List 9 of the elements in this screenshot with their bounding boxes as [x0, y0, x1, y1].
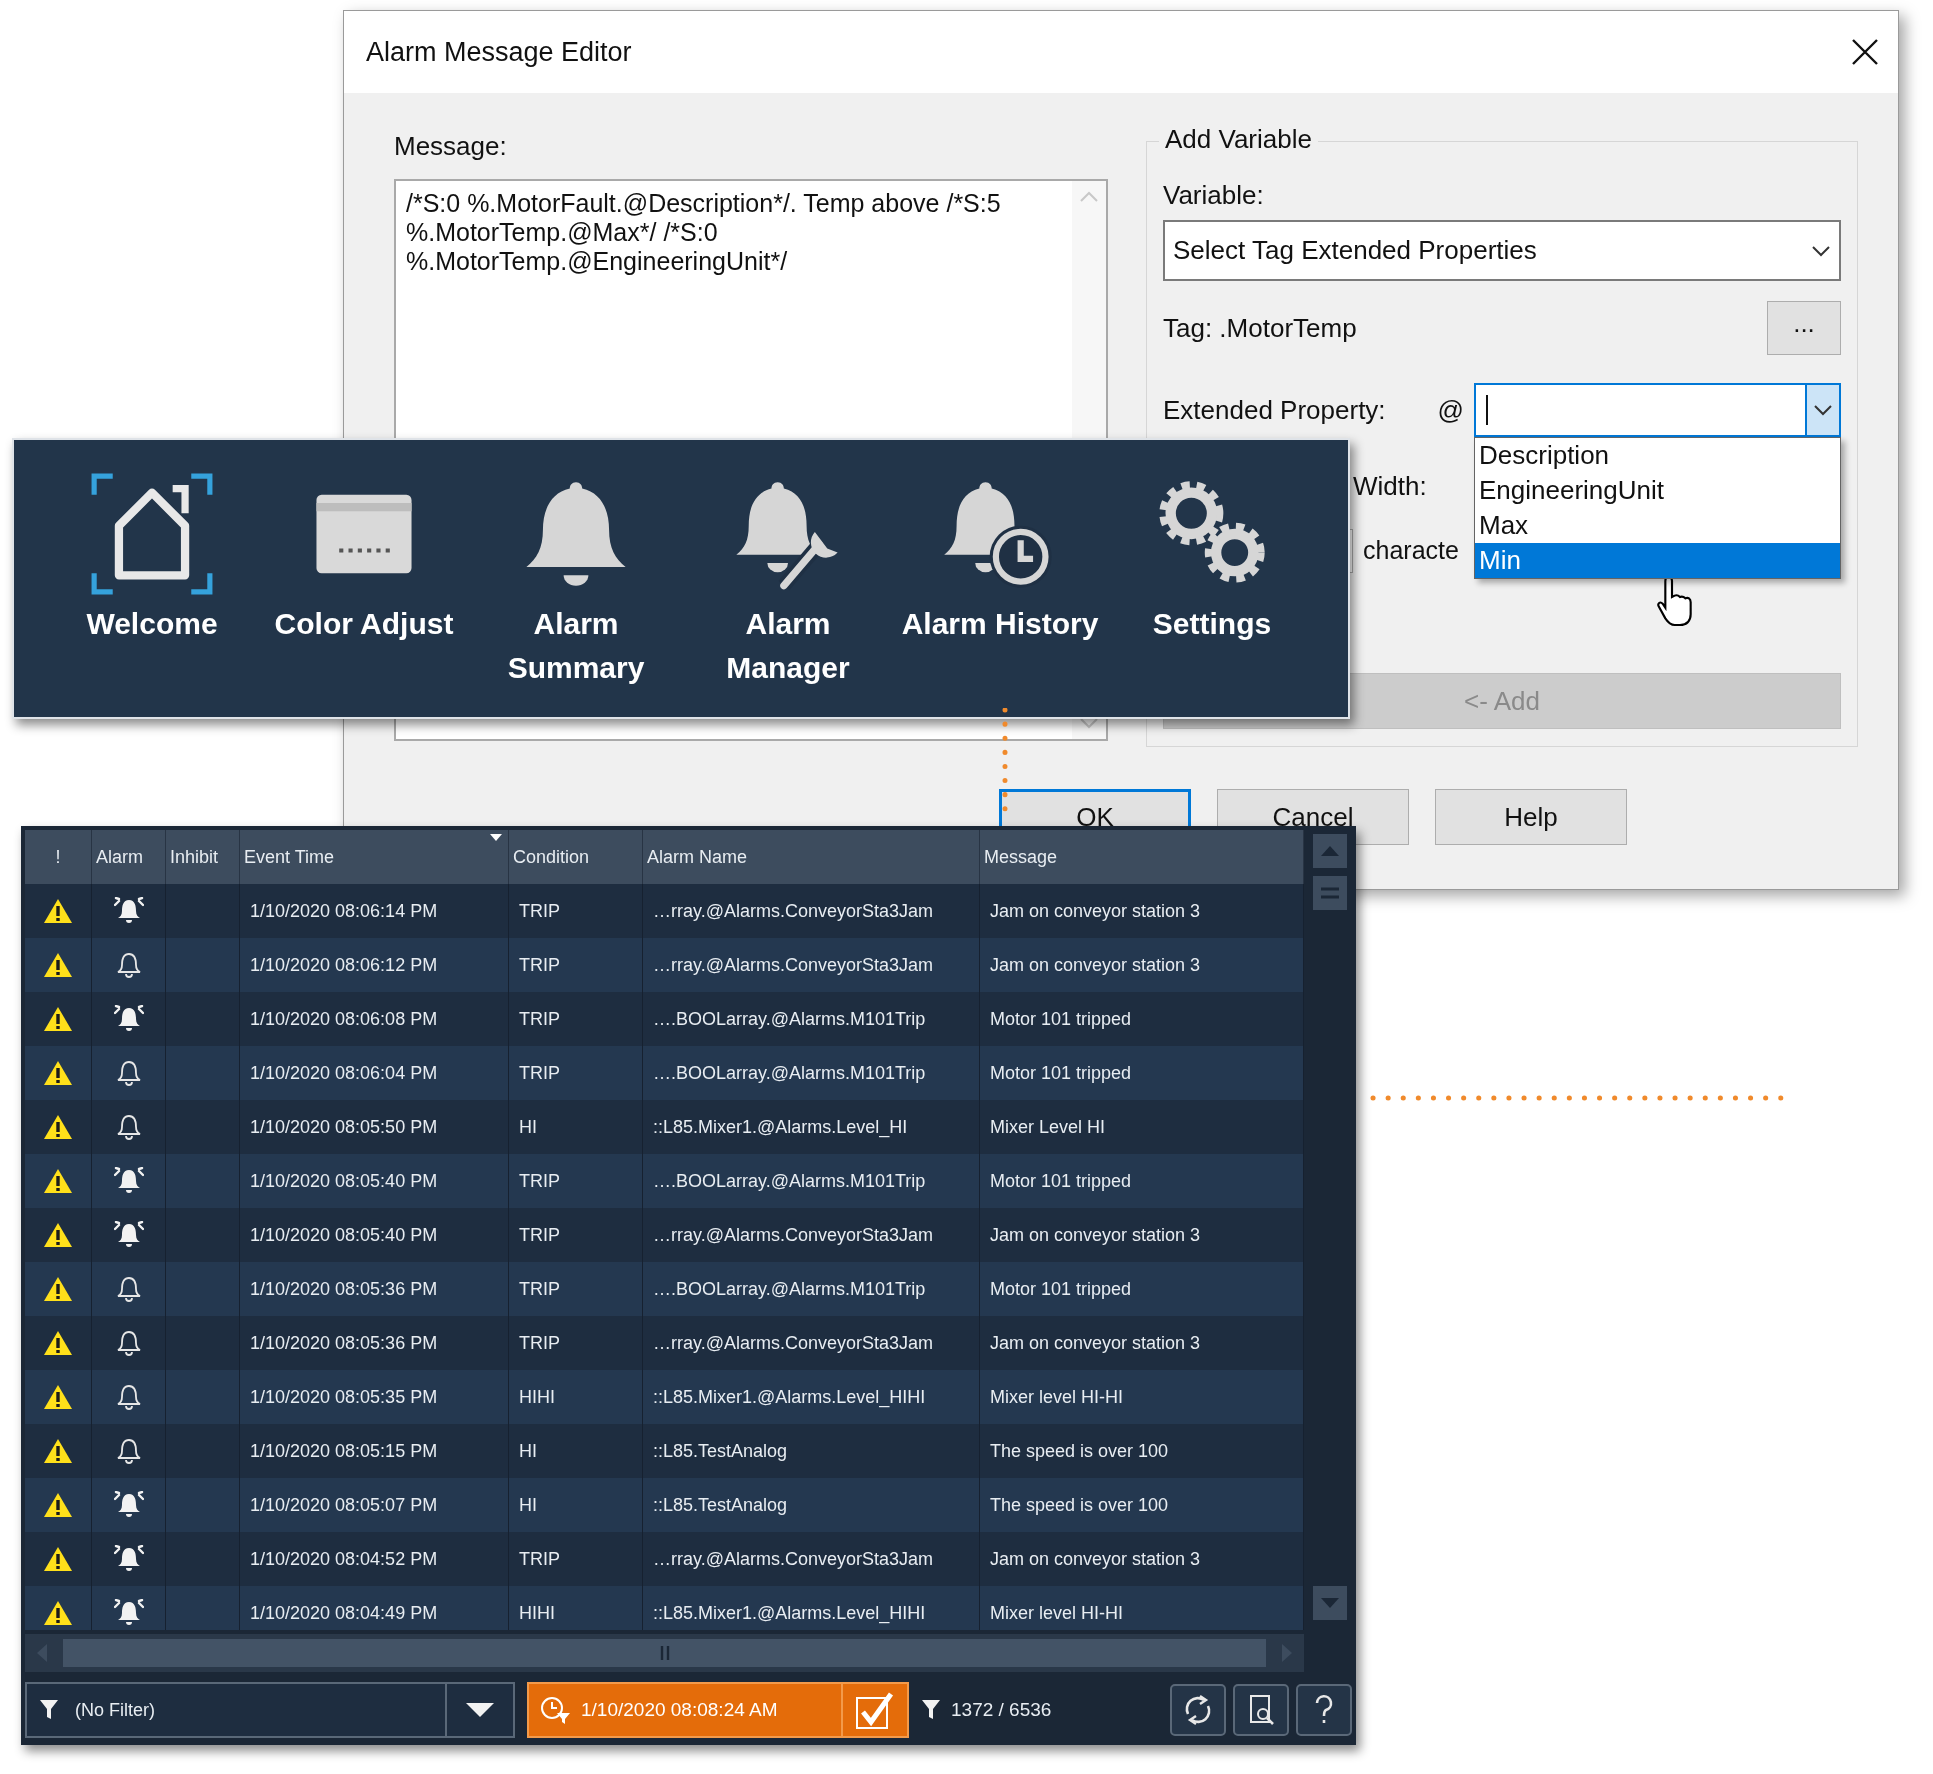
characters-label: characte — [1363, 535, 1459, 567]
width-label: Width: — [1353, 470, 1427, 503]
variable-label: Variable: — [1163, 179, 1265, 212]
record-count: 1372 / 6536 — [951, 1697, 1052, 1722]
extended-property-label: Extended Property: — [1163, 393, 1386, 427]
at-sign: @ — [1437, 393, 1464, 427]
message-label: Message: — [394, 130, 508, 163]
window-title: Alarm Message Editor — [366, 35, 632, 69]
tag-label: Tag: .MotorTemp — [1163, 311, 1357, 345]
